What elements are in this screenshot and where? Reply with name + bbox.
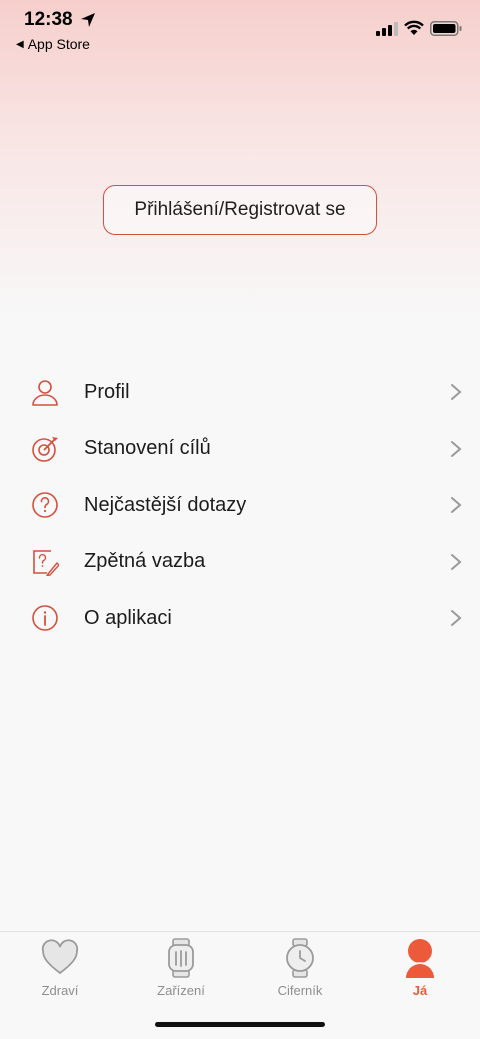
- menu-item-label: Profil: [84, 380, 130, 403]
- feedback-icon: [33, 549, 59, 576]
- target-icon: [32, 436, 58, 462]
- watch-band-icon: [168, 938, 194, 978]
- login-register-button[interactable]: Přihlášení/Registrovat se: [103, 185, 377, 235]
- location-arrow-icon: [81, 13, 95, 27]
- menu-item-label: Stanovení cílů: [84, 437, 211, 460]
- menu-item-faq[interactable]: Nejčastější dotazy: [0, 477, 480, 534]
- person-icon: [32, 380, 58, 406]
- tab-label: Zdraví: [41, 983, 79, 998]
- watch-face-icon: [286, 938, 314, 978]
- settings-menu: Profil Stanovení cílů Nejčastější dotazy: [0, 364, 480, 647]
- menu-item-feedback[interactable]: Zpětná vazba: [0, 534, 480, 591]
- menu-item-label: O aplikaci: [84, 606, 172, 629]
- menu-item-goals[interactable]: Stanovení cílů: [0, 421, 480, 478]
- chevron-right-icon: [451, 497, 462, 513]
- menu-item-profile[interactable]: Profil: [0, 364, 480, 421]
- tab-me[interactable]: Já: [370, 938, 470, 1002]
- menu-item-label: Nejčastější dotazy: [84, 493, 247, 516]
- battery-icon: [430, 21, 462, 36]
- chevron-right-icon: [451, 553, 462, 570]
- home-indicator[interactable]: [155, 1022, 325, 1027]
- user-icon: [403, 939, 437, 978]
- status-time: 12:38: [24, 9, 73, 30]
- menu-item-about[interactable]: O aplikaci: [0, 590, 480, 647]
- menu-item-label: Zpětná vazba: [84, 550, 206, 573]
- question-icon: [32, 492, 58, 518]
- tab-watch-faces[interactable]: Ciferník: [250, 938, 350, 1002]
- tab-label: Já: [412, 983, 428, 998]
- tab-health[interactable]: Zdraví: [10, 938, 110, 1002]
- heart-icon: [41, 939, 79, 975]
- back-label: App Store: [27, 36, 90, 52]
- status-bar: 12:38 ◀ App Store: [0, 0, 480, 58]
- tab-devices[interactable]: Zařízení: [131, 938, 231, 1002]
- back-triangle-icon: ◀: [16, 38, 24, 50]
- back-to-app-store[interactable]: ◀ App Store: [16, 36, 90, 52]
- tab-label: Zařízení: [157, 983, 205, 998]
- signal-icon: [376, 22, 398, 36]
- info-icon: [32, 605, 58, 631]
- chevron-right-icon: [451, 384, 462, 400]
- wifi-icon: [404, 20, 424, 35]
- chevron-right-icon: [451, 610, 462, 626]
- tab-label: Ciferník: [277, 983, 323, 998]
- chevron-right-icon: [451, 440, 462, 457]
